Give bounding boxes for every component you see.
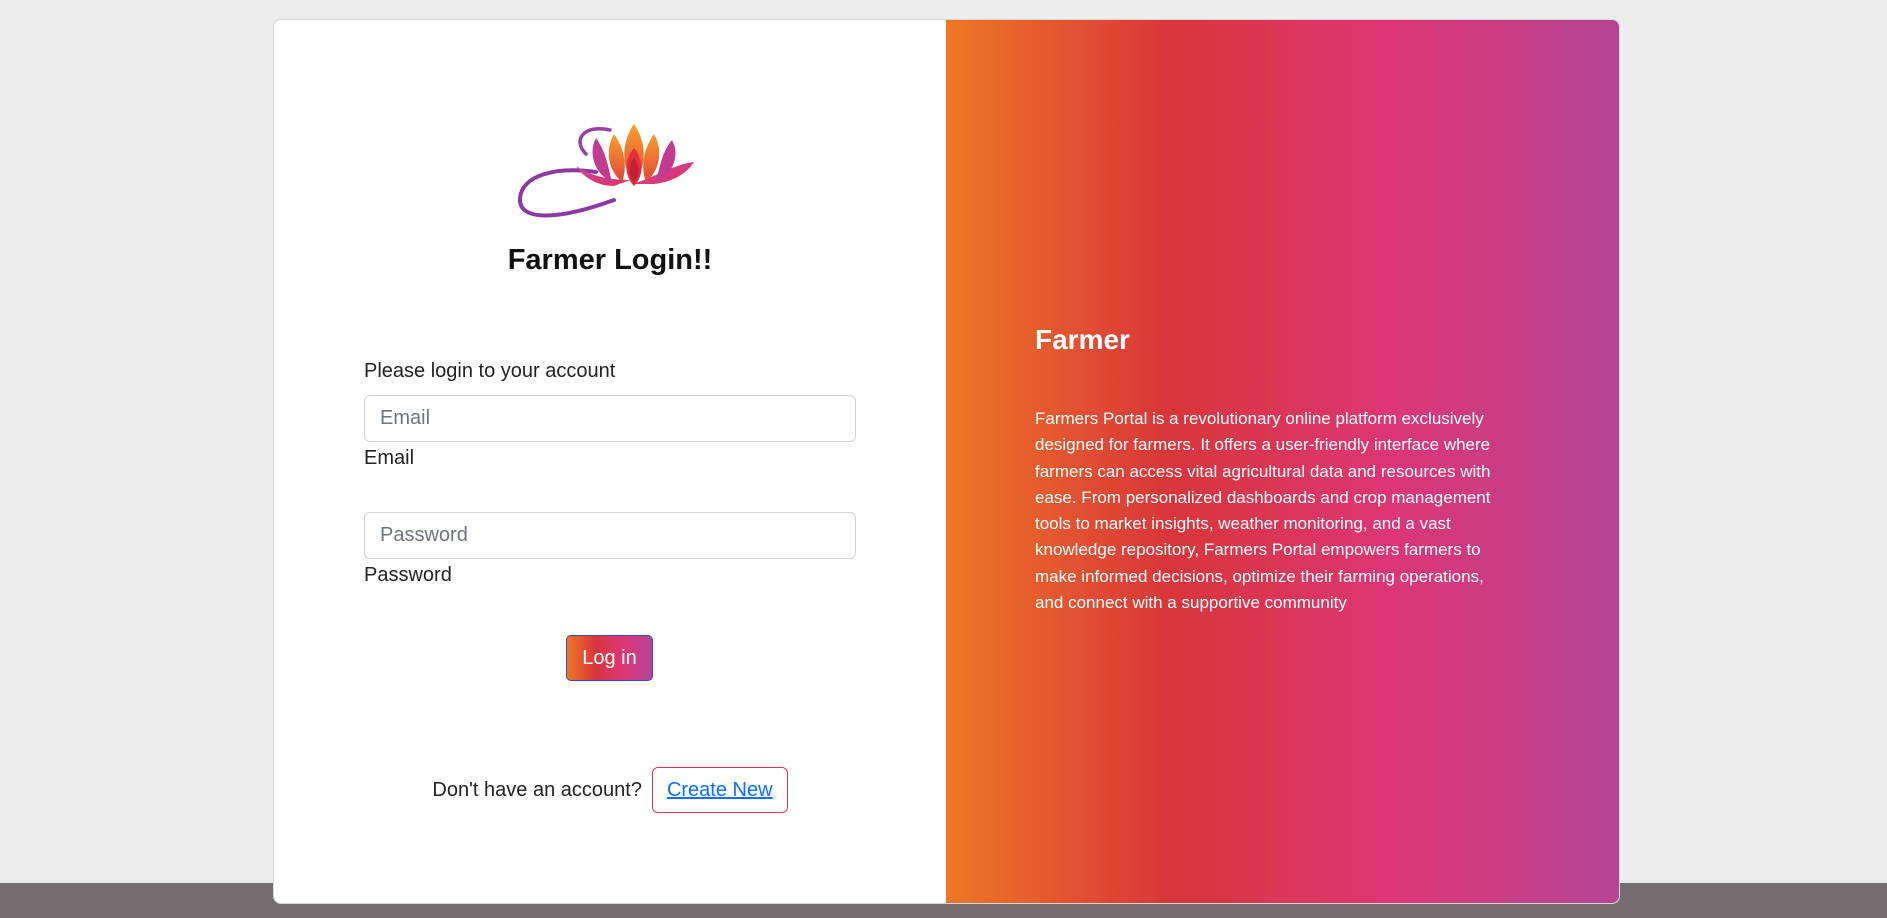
page-title: Farmer Login!! [507,244,713,276]
info-title: Farmer [1035,324,1130,355]
create-new-button[interactable]: Create New [651,767,788,813]
info-panel: Farmer Farmers Portal is a revolutionary… [946,20,1619,903]
login-button[interactable]: Log in [566,635,653,681]
password-input[interactable] [364,512,856,559]
info-description: Farmers Portal is a revolutionary online… [1035,409,1491,613]
email-input[interactable] [364,395,856,442]
login-card: Farmer Login!! Please login to your acco… [273,19,1620,904]
lotus-logo-icon [517,124,694,218]
password-label: Password [364,564,452,586]
login-panel: Farmer Login!! Please login to your acco… [274,20,946,903]
signup-prompt: Don't have an account? [432,778,642,801]
signup-row: Don't have an account? Create New [274,767,946,813]
login-subtitle: Please login to your account [364,360,616,382]
email-label: Email [364,447,415,469]
